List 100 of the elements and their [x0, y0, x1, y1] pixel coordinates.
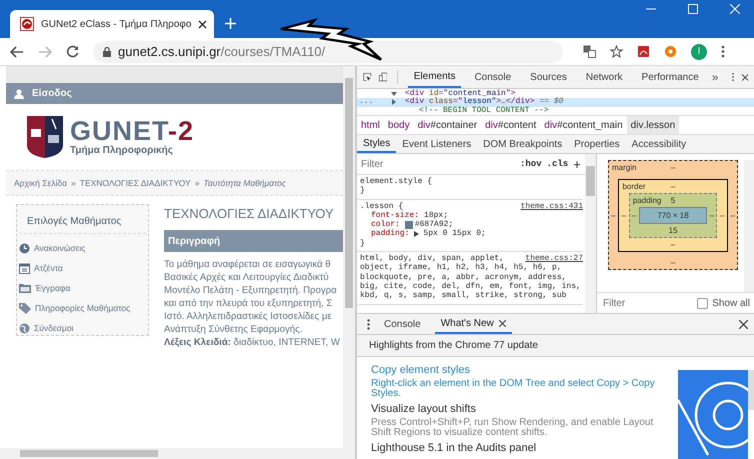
feature-description: Press Control+Shift+P, run Show Rendering, and enable Layout Shift Regions to visualize content shifts. — [371, 418, 654, 438]
show-all-checkbox[interactable]: Show all — [697, 298, 750, 308]
selected-dom-node[interactable]: ... <div class="lesson">…</div> == $0 — [357, 98, 754, 107]
course-menu-link[interactable]: Ατζέντα — [34, 263, 63, 273]
vertical-scrollbar[interactable] — [343, 66, 355, 448]
folder-icon — [19, 283, 31, 293]
dom-path-item[interactable]: div.lesson — [626, 116, 680, 134]
css-selector: .lesson { — [360, 202, 404, 211]
border-box: border – – padding 5 – 770 × 18 – 15 – – — [618, 178, 728, 252]
styles-scrollbar[interactable] — [585, 154, 596, 313]
feature-title: Lighthouse 5.1 in the Audits panel — [371, 442, 538, 455]
calendar-icon — [19, 262, 30, 274]
css-selector: blockquote, pre, a, abbr, acronym, address, — [360, 272, 566, 282]
css-selector: html, body, div, span, applet, — [360, 254, 504, 264]
breadcrumb-separator: » — [194, 178, 200, 188]
description-line: Ιστό. Αλληλεπιδραστικές Ιστοσελίδες με — [164, 310, 333, 323]
tag-icon — [19, 302, 31, 314]
close-icon[interactable] — [739, 320, 748, 328]
panel-tab[interactable]: Styles — [357, 135, 396, 153]
feature-link[interactable]: Copy element styles — [371, 364, 658, 377]
dom-path-item[interactable]: div#container — [414, 116, 482, 134]
dom-path-item[interactable]: html — [357, 116, 384, 134]
collapse-arrow-icon[interactable] — [391, 90, 397, 97]
description-line: Ανάπτυξη Σύνθετης Εφαρμογής. — [164, 323, 304, 336]
clock-icon — [19, 242, 30, 254]
section-header: Περιγραφή — [164, 230, 343, 252]
device-toolbar-icon[interactable] — [378, 71, 388, 83]
course-menu-link[interactable]: Έγγραφα — [35, 283, 70, 293]
drawer-menu-icon[interactable] — [367, 318, 370, 330]
computed-scrollbar[interactable] — [744, 160, 754, 292]
dom-path-item[interactable]: div#content — [481, 116, 540, 134]
breadcrumb-link[interactable]: Αρχική Σελίδα — [14, 178, 68, 188]
new-tab-icon[interactable] — [225, 18, 236, 29]
stylesheet-link[interactable]: theme.css:27 — [525, 254, 583, 264]
dom-node[interactable]: <!-- BEGIN TOOL CONTENT --> — [357, 106, 754, 116]
class-toggle-button[interactable]: .cls — [546, 159, 568, 169]
pdf-icon[interactable] — [637, 45, 650, 58]
reload-icon[interactable] — [66, 45, 79, 58]
panel-tab[interactable]: Accessibility — [626, 135, 692, 153]
close-icon[interactable] — [498, 320, 506, 326]
css-selector: kbd, q, s, samp, small, strike, strong, sub — [360, 291, 566, 301]
devtools-tab[interactable]: Network — [580, 66, 629, 88]
drawer-tab[interactable]: Console — [378, 314, 427, 334]
course-menu-link[interactable]: Σύνδεσμοι — [34, 323, 74, 333]
dom-path-item[interactable]: div#content_main — [540, 116, 627, 134]
hover-state-button[interactable]: :hov — [520, 159, 542, 169]
site-logo-icon — [20, 17, 34, 31]
devtools-tab[interactable]: Performance — [636, 66, 705, 88]
description-line: και από την πλευρά του εξυπηρετητή, Σ — [164, 297, 334, 310]
user-icon — [14, 88, 24, 98]
breadcrumb-link[interactable]: ΤΕΧΝΟΛΟΓΙΕΣ ΔΙΑΔΙΚΤΥΟΥ — [80, 178, 191, 188]
breadcrumb-separator: » — [71, 178, 76, 188]
panel-tab[interactable]: Properties — [568, 135, 626, 153]
description-line: Λέξεις Κλειδιά: διαδίκτυο, INTERNET, W — [164, 336, 341, 349]
back-icon[interactable] — [10, 46, 24, 58]
css-declaration[interactable]: font-size: 18px; — [360, 210, 583, 220]
star-icon[interactable] — [610, 45, 623, 58]
css-selector: object, iframe, h1, h2, h3, h4, h5, h6, p, — [360, 263, 562, 273]
new-rule-button[interactable]: + — [573, 156, 581, 172]
course-menu-link[interactable]: Πληροφορίες Μαθήματος — [35, 303, 130, 313]
dom-path-item[interactable]: body — [384, 116, 414, 134]
devtools-tab[interactable]: Elements — [408, 66, 462, 88]
panel-tab[interactable]: DOM Breakpoints — [477, 135, 568, 153]
description-line: Βασικές Αρχές και Λειτουργίες Διαδικτύ — [164, 271, 330, 284]
padding-box: padding 5 – 770 × 18 – 15 — [628, 192, 718, 238]
panel-tab[interactable]: Event Listeners — [396, 135, 478, 153]
expand-arrow-icon[interactable] — [391, 99, 397, 106]
devtools-tab[interactable]: Sources — [524, 66, 573, 88]
whats-new-header: Highlights from the Chrome 77 update — [357, 335, 754, 357]
browser-tab[interactable]: GUNet2 eClass - Τμήμα Πληροφο — [10, 10, 214, 38]
devtools-tab[interactable]: Console — [468, 66, 518, 88]
expand-arrow-icon[interactable] — [414, 231, 420, 238]
maximize-icon[interactable] — [688, 4, 698, 14]
css-brace: } — [360, 238, 366, 248]
kebab-menu-icon[interactable] — [732, 71, 735, 83]
extension-icon[interactable] — [664, 45, 677, 58]
content-box: 770 × 18 — [639, 206, 707, 224]
feature-title: Visualize layout shifts — [371, 403, 477, 416]
lock-icon — [103, 46, 111, 56]
close-icon[interactable] — [198, 20, 208, 28]
course-menu-link[interactable]: Ανακοινώσεις — [34, 243, 86, 253]
translate-icon[interactable] — [583, 45, 596, 58]
logo-subtitle: Τμήμα Πληροφορικής — [70, 145, 174, 156]
inspect-element-icon[interactable] — [363, 71, 372, 83]
address-field[interactable]: gunet2.cs.unipi.gr/courses/TMA110/ — [93, 40, 563, 62]
css-brace: } — [360, 186, 366, 196]
horizontal-scrollbar[interactable] — [0, 448, 355, 459]
description-line: Το μάθημα αναφέρεται σε εισαγωγικά θ — [164, 258, 332, 271]
feature-link-text[interactable]: Right-click an element in the DOM Tree and select Copy > Copy Styles. — [371, 379, 656, 399]
dom-node[interactable]: <div id="content_main"> — [357, 90, 754, 98]
menu-icon[interactable] — [721, 45, 725, 58]
css-declaration[interactable]: padding: 5px 0 15px 0; — [360, 229, 583, 239]
globe-icon — [19, 322, 30, 334]
css-selector: big, cite, code, del, dfn, em, font, img, ins, — [360, 282, 581, 291]
stylesheet-link[interactable]: theme.css:431 — [520, 202, 583, 211]
css-declaration[interactable]: color: #687A92; — [360, 220, 583, 230]
description-line: Μοντέλο Πελάτη - Εξυπηρετητή. Προγρα — [164, 284, 338, 297]
more-tabs-button[interactable]: » — [712, 70, 718, 84]
close-icon[interactable] — [742, 72, 748, 82]
drawer-scrollbar[interactable] — [748, 370, 754, 410]
